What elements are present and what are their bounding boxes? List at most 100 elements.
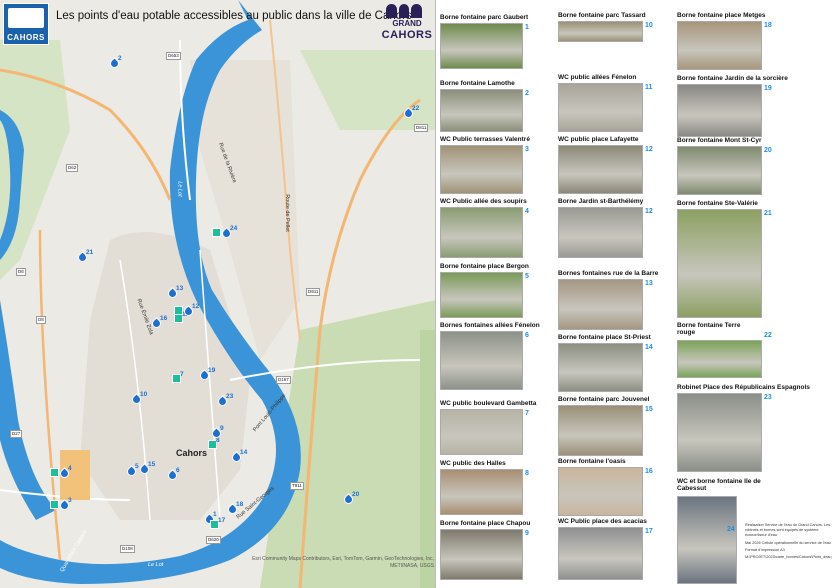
- point-card[interactable]: Borne fontaine place Bergon 5: [440, 263, 535, 318]
- map-marker[interactable]: 21: [76, 249, 93, 266]
- map-marker[interactable]: 23: [216, 393, 233, 410]
- map-marker[interactable]: 9: [210, 425, 226, 442]
- marker-number: 2: [118, 55, 122, 62]
- legend-panel: Borne fontaine parc Gaubert 1 Borne fontai…: [437, 0, 832, 588]
- point-card[interactable]: Borne fontaine place Metges 18: [677, 12, 774, 70]
- point-photo: [440, 409, 523, 455]
- cahors-logo-emblem: [8, 8, 44, 28]
- point-photo: [440, 272, 523, 318]
- marker-number: 17: [218, 517, 226, 524]
- point-card-number: 12: [645, 146, 653, 153]
- marker-number: 16: [160, 315, 168, 322]
- point-card[interactable]: Borne fontaine parc Jouvenel 15: [558, 396, 655, 456]
- map-marker[interactable]: 3: [50, 497, 74, 514]
- point-photo: [558, 83, 643, 132]
- point-card[interactable]: WC public allées Fénelon 11: [558, 74, 655, 132]
- point-card-title: Borne fontaine Jardin de la sorcière: [677, 75, 788, 82]
- map-marker[interactable]: 12: [174, 303, 200, 320]
- point-card[interactable]: Borne fontaine parc Gaubert 1: [440, 14, 535, 69]
- map-marker[interactable]: 20: [342, 491, 360, 508]
- point-card[interactable]: Borne fontaine parc Tassard 10: [558, 12, 655, 42]
- point-card-title: Bornes fontaines allées Fénelon: [440, 322, 540, 329]
- marker-number: 20: [352, 491, 360, 498]
- point-card[interactable]: WC et borne fontaine Ile de Cabessut 24: [677, 478, 761, 584]
- marker-number: 15: [148, 461, 156, 468]
- map-marker[interactable]: 2: [108, 55, 124, 72]
- point-card-title: Borne fontaine parc Gaubert: [440, 14, 529, 21]
- marker-number: 19: [208, 367, 216, 374]
- map-marker[interactable]: 19: [198, 367, 216, 384]
- point-photo: [440, 89, 523, 132]
- point-card-number: 16: [645, 468, 653, 475]
- marker-number: 6: [176, 467, 180, 474]
- map-marker[interactable]: 7: [172, 371, 186, 388]
- point-photo: [558, 527, 643, 580]
- point-photo: [558, 21, 643, 42]
- marker-number: 24: [230, 225, 238, 232]
- map-marker[interactable]: 10: [130, 391, 148, 408]
- marker-number: 10: [140, 391, 148, 398]
- map-marker[interactable]: 17: [210, 517, 226, 534]
- road-tag: D911: [306, 288, 321, 296]
- point-card[interactable]: Borne Jardin st-Barthélémy 12: [558, 198, 655, 258]
- note-text: M:\PROJET\2023\carte_bornes\Cahors\Point…: [745, 555, 832, 560]
- point-card-title: Borne fontaine Terre rouge: [677, 322, 741, 336]
- point-photo: [440, 207, 523, 258]
- point-card-number: 4: [525, 208, 529, 215]
- map-marker[interactable]: 4: [50, 465, 74, 482]
- map-marker[interactable]: 14: [230, 449, 247, 466]
- road-tag: T911: [290, 482, 304, 490]
- point-card-number: 8: [525, 470, 529, 477]
- point-card[interactable]: WC Public place des acacias 17: [558, 518, 655, 580]
- point-card[interactable]: WC Public allée des soupirs 4: [440, 198, 535, 258]
- map-marker[interactable]: 15: [138, 461, 156, 478]
- point-card[interactable]: Borne fontaine l'oasis 16: [558, 458, 655, 516]
- map-title: Les points d'eau potable accessibles au …: [56, 10, 412, 22]
- map-marker[interactable]: 6: [166, 467, 182, 484]
- grand-cahors-logo: GRAND CAHORS: [380, 4, 434, 44]
- point-card[interactable]: Borne fontaine place St-Priest 14: [558, 334, 655, 392]
- point-card-number: 14: [645, 344, 653, 351]
- road-tag: D8: [36, 316, 46, 324]
- point-card-title: WC Public allée des soupirs: [440, 198, 527, 205]
- point-card-title: Borne fontaine Ste-Valérie: [677, 200, 758, 207]
- point-card[interactable]: WC Public terrasses Valentré 3: [440, 136, 535, 194]
- note-text: Format d'impression A3: [745, 547, 785, 552]
- point-card-number: 13: [645, 280, 653, 287]
- point-card[interactable]: Borne fontaine Terre rouge 22: [677, 322, 774, 378]
- point-card-title: WC public place Lafayette: [558, 136, 639, 143]
- point-card[interactable]: Borne fontaine place Chapou 9: [440, 520, 535, 580]
- point-card[interactable]: WC public des Halles 8: [440, 460, 535, 515]
- marker-number: 5: [135, 463, 139, 470]
- point-card-title: WC public allées Fénelon: [558, 74, 637, 81]
- point-card-number: 5: [525, 273, 529, 280]
- marker-number: 12: [192, 303, 200, 310]
- map-marker[interactable]: 16: [150, 315, 168, 332]
- map-panel[interactable]: CAHORS Les points d'eau potable accessib…: [0, 0, 436, 588]
- map-marker[interactable]: 13: [166, 285, 183, 302]
- point-card[interactable]: Borne fontaine Mont St-Cyr 20: [677, 137, 774, 195]
- point-card-title: WC public boulevard Gambetta: [440, 400, 537, 407]
- point-card[interactable]: WC public place Lafayette 12: [558, 136, 655, 194]
- point-card-title: Borne Jardin st-Barthélémy: [558, 198, 644, 205]
- point-card[interactable]: Robinet Place des Républicains Espagnols…: [677, 384, 810, 472]
- point-card[interactable]: Bornes fontaines allées Fénelon 6: [440, 322, 540, 390]
- map-marker[interactable]: 18: [226, 501, 243, 518]
- point-card[interactable]: Borne fontaine Lamothe 2: [440, 80, 535, 132]
- point-card-number: 2: [525, 90, 529, 97]
- point-card-number: 15: [645, 406, 653, 413]
- map-attribution: Esri Community Maps Contributors, Esri, …: [252, 556, 434, 569]
- point-card[interactable]: WC public boulevard Gambetta 7: [440, 400, 537, 455]
- point-photo: [440, 331, 523, 390]
- point-card[interactable]: Borne fontaine Jardin de la sorcière 19: [677, 75, 788, 137]
- road-tag: D811: [414, 124, 429, 132]
- map-marker[interactable]: 8: [208, 437, 222, 454]
- point-card[interactable]: Borne fontaine Ste-Valérie 21: [677, 200, 774, 318]
- point-card[interactable]: Bornes fontaines rue de la Barre 13: [558, 270, 658, 330]
- point-photo: [558, 343, 643, 392]
- marker-number: 7: [180, 371, 184, 378]
- map-marker[interactable]: 24: [212, 225, 238, 242]
- map-marker[interactable]: 22: [402, 105, 419, 122]
- point-card-number: 17: [645, 528, 653, 535]
- grand-cahors-logo-emblem: [386, 4, 423, 18]
